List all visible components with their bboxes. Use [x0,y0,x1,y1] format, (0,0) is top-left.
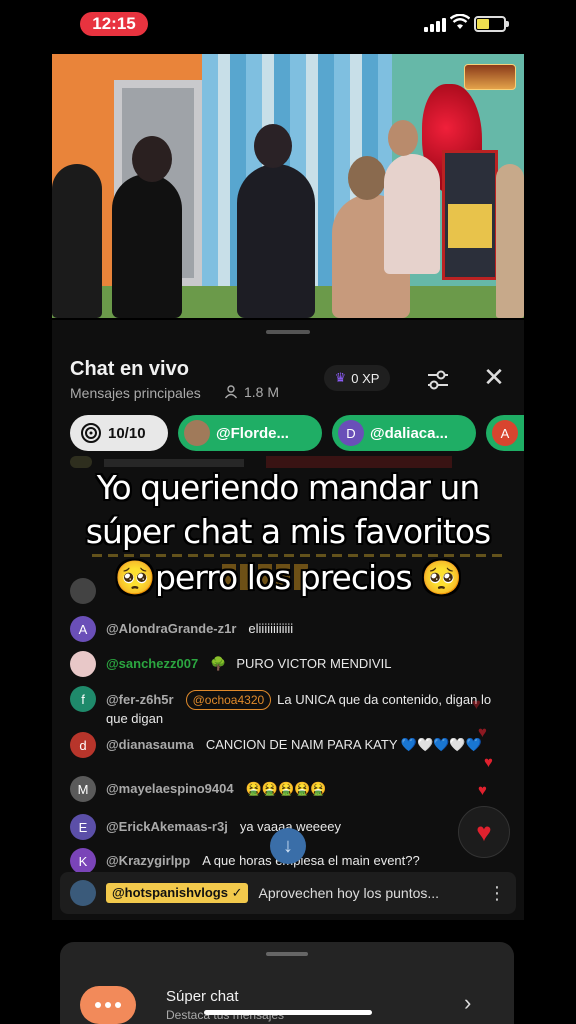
avatar: A [492,420,518,446]
heart-icon: ♥ [476,816,492,847]
viewer-count-value: 1.8 M [244,384,280,400]
chat-message[interactable]: @sanchezz007 🌳 PURO VICTOR MENDIVIL [70,651,510,677]
message-author[interactable]: @ErickAkemaas-r3j [106,819,228,834]
avatar [70,651,96,677]
heart-icon: ♥ [478,724,487,741]
chat-message[interactable]: d @dianasauma CANCION DE NAIM PARA KATY 💙… [70,732,510,758]
channel-logo [464,64,516,90]
person-figure [237,164,315,318]
message-author[interactable]: @AlondraGrande-z1r [106,621,236,636]
message-author[interactable]: @fer-z6h5r [106,692,174,707]
donor-pill[interactable]: A [486,415,524,451]
donor-label: @Florde... [216,424,289,442]
message-author[interactable]: @mayelaespino9404 [106,781,234,796]
member-badge-icon: 🌳 [210,656,227,671]
chat-message[interactable]: f @fer-z6h5r @ochoa4320 La UNICA que da co… [70,686,510,728]
message-text: A que horas empiesa el main event?? [202,853,420,868]
person-figure [112,174,182,318]
video-player[interactable] [52,54,524,318]
donor-pill[interactable]: @Florde... [178,415,322,451]
live-chat-panel: Chat en vivo Mensajes principales 1.8 M … [52,320,524,920]
status-bar: 12:15 [0,0,576,50]
message-author[interactable]: @dianasauma [106,737,194,752]
arrow-down-icon: ↓ [283,834,293,857]
close-chat-button[interactable]: ✕ [480,364,508,392]
pinned-author[interactable]: @hotspanishvlogs ✓ [106,883,249,903]
viewer-count: 1.8 M [224,384,279,400]
chat-message[interactable]: A @AlondraGrande-z1r eliiiiiiiiiiii [70,616,510,642]
battery-icon [474,16,509,32]
message-text: PURO VICTOR MENDIVIL [236,656,392,671]
donor-pill[interactable]: D @daliaca... [332,415,476,451]
avatar: K [70,848,96,874]
avatar: D [338,420,364,446]
filter-sliders-icon[interactable] [422,364,454,396]
chat-title: Chat en vivo [70,358,189,380]
caption-line: súper chat a mis favoritos [85,512,491,551]
person-figure [384,154,440,274]
target-icon [81,423,101,443]
mention-chip[interactable]: @ochoa4320 [185,690,272,710]
panel-drag-handle[interactable] [266,330,310,334]
avatar: M [70,776,96,802]
avatar: E [70,814,96,840]
chat-message[interactable]: M @mayelaespino9404 🤮🤮🤮🤮🤮 [70,776,510,802]
goal-progress-pill[interactable]: 10/10 [70,415,168,451]
goal-value: 10/10 [108,424,146,442]
sheet-drag-handle[interactable] [266,952,308,956]
heart-icon: ♥ [478,782,487,799]
avatar: d [70,732,96,758]
person-figure [52,164,102,318]
heart-icon: ♥ [484,754,493,771]
wifi-icon [450,14,470,29]
pinned-text: Aprovechen hoy los puntos... [258,885,440,901]
avatar: A [70,616,96,642]
avatar [184,420,210,446]
message-author[interactable]: @sanchezz007 [106,656,198,671]
chat-mode-selector[interactable]: Mensajes principales [70,385,201,401]
message-author[interactable]: @Krazygirlpp [106,853,190,868]
home-indicator[interactable] [204,1010,372,1015]
person-figure [496,164,524,318]
super-chat-title[interactable]: Súper chat [166,988,239,1005]
crown-icon: ♛ [334,370,347,385]
person-icon [224,385,238,399]
xp-badge[interactable]: ♛ 0 XP [324,365,390,391]
xp-value: 0 XP [351,370,380,386]
heart-reaction-button[interactable]: ♥ [458,806,510,858]
caption-line: 🥺perro los precios 🥺 [114,558,462,597]
donor-label: @daliaca... [370,424,448,442]
message-text: CANCION DE NAIM PARA KATY 💙🤍💙🤍💙 [205,737,482,752]
heart-icon: ♥ [472,696,481,713]
message-text: 🤮🤮🤮🤮🤮 [245,781,327,796]
message-text: eliiiiiiiiiiii [248,621,294,636]
more-options-icon[interactable]: ⋮ [488,883,506,904]
cellular-signal-icon [424,18,446,32]
avatar: f [70,686,96,712]
scroll-to-bottom-button[interactable]: ↓ [270,828,306,864]
pinned-message[interactable]: @hotspanishvlogs ✓ Aprovechen hoy los pu… [60,872,516,914]
status-time: 12:15 [80,12,148,36]
super-chat-icon [80,986,136,1024]
caption-line: Yo queriendo mandar un [96,468,481,507]
avatar [70,880,96,906]
chevron-right-icon[interactable]: › [464,990,471,1016]
